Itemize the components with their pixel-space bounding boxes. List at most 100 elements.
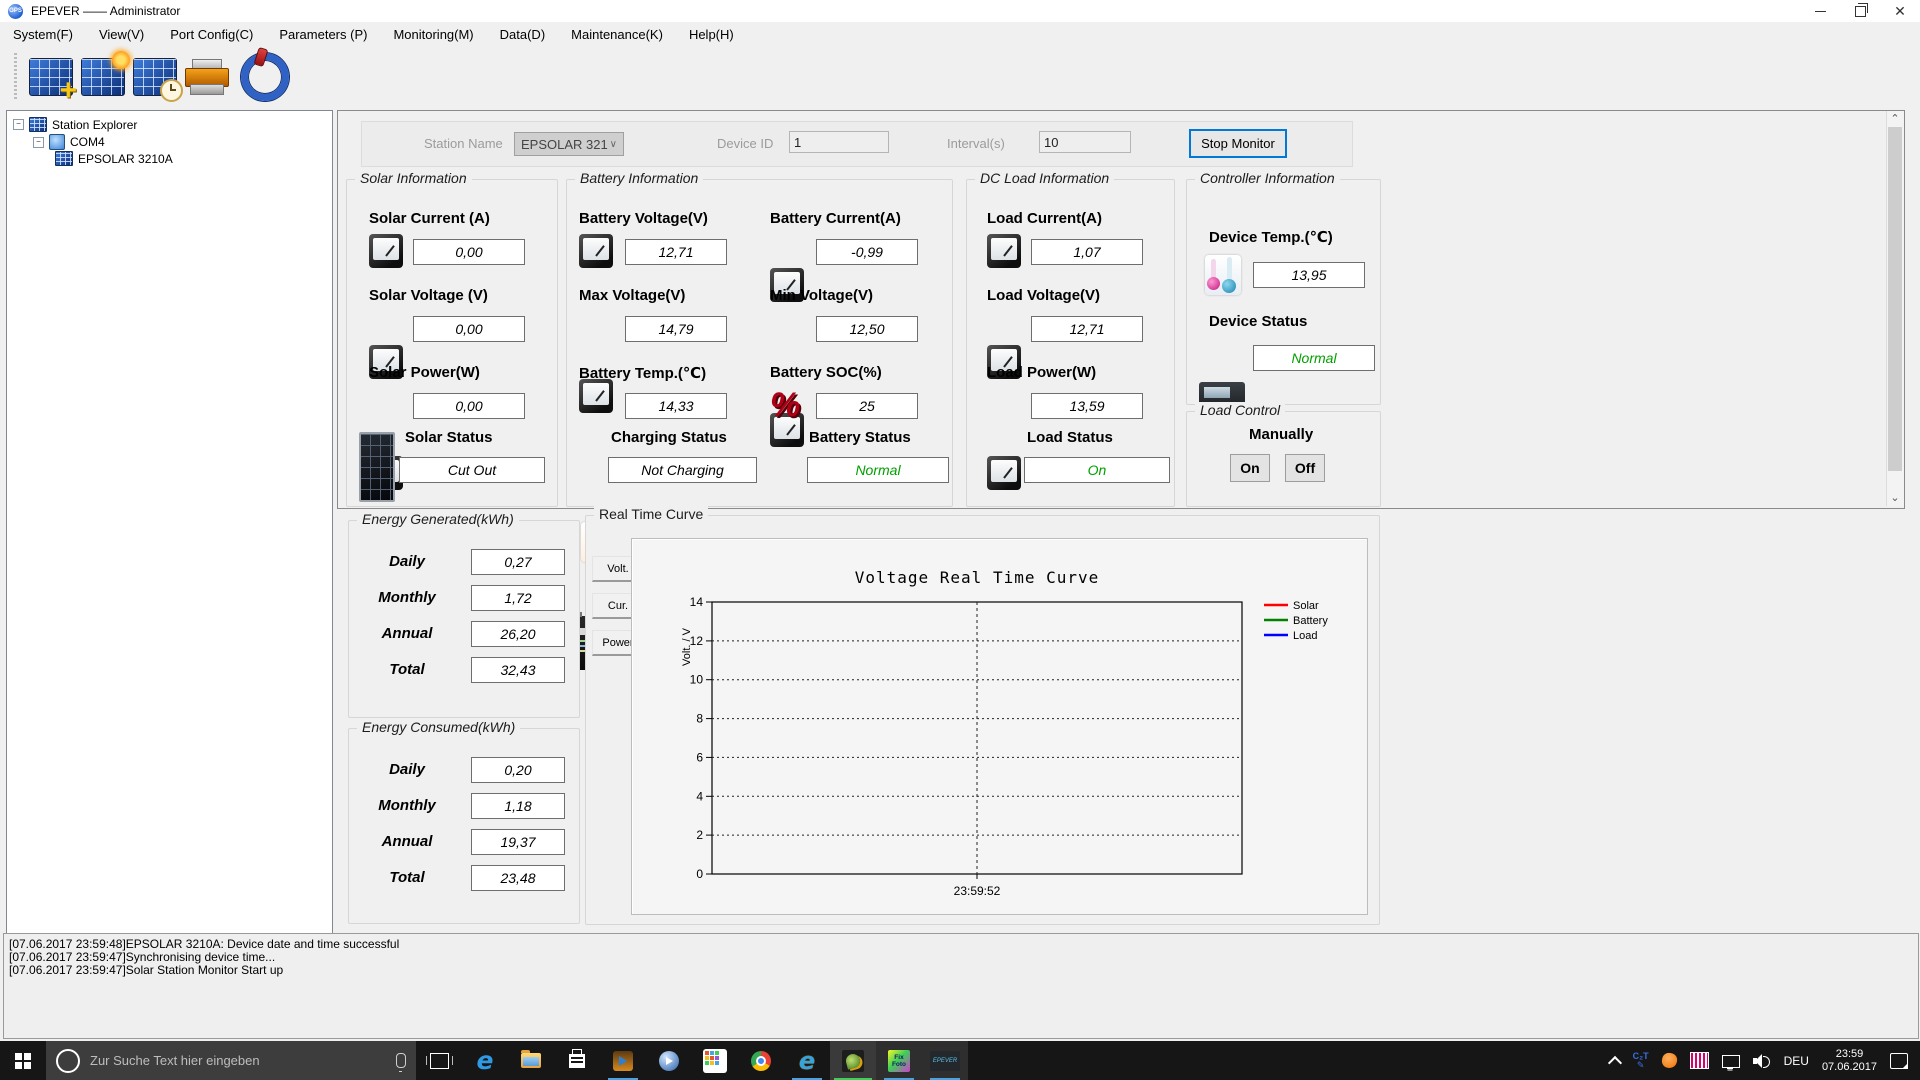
daily-generated-value: 0,27 bbox=[471, 549, 565, 575]
tray-expand-icon[interactable] bbox=[1607, 1055, 1622, 1070]
station-name-value: EPSOLAR 321 bbox=[521, 136, 608, 152]
menu-parameters[interactable]: Parameters (P) bbox=[279, 27, 367, 42]
solar-status-value: Cut Out bbox=[399, 457, 545, 483]
load-current-label: Load Current(A) bbox=[987, 210, 1102, 227]
panel-scrollbar[interactable]: ⌃ ⌄ bbox=[1886, 111, 1904, 506]
taskbar-app-edge[interactable]: e bbox=[462, 1041, 508, 1080]
avast-icon[interactable] bbox=[1660, 1051, 1678, 1070]
task-view-icon bbox=[425, 1052, 453, 1069]
add-station-button[interactable]: + bbox=[29, 58, 77, 106]
x-tick: 23:59:52 bbox=[954, 884, 1001, 898]
interval-input[interactable] bbox=[1039, 131, 1131, 153]
scrollbar-thumb[interactable] bbox=[1888, 127, 1902, 471]
log-line: [07.06.2017 23:59:47]Synchronising devic… bbox=[9, 950, 276, 964]
tree-item-device[interactable]: EPSOLAR 3210A bbox=[55, 151, 173, 166]
menu-port-config[interactable]: Port Config(C) bbox=[170, 27, 253, 42]
device-id-input[interactable] bbox=[789, 131, 889, 153]
total-consumed-value: 23,48 bbox=[471, 865, 565, 891]
minimize-button[interactable] bbox=[1800, 0, 1840, 22]
menu-system[interactable]: System(F) bbox=[13, 27, 73, 42]
edge-icon: e bbox=[476, 1045, 494, 1075]
load-on-button[interactable]: On bbox=[1230, 454, 1270, 482]
group-title: DC Load Information bbox=[975, 170, 1115, 186]
legend-label-solar: Solar bbox=[1293, 600, 1319, 612]
taskbar-app-fixfoto[interactable]: Fix Foto bbox=[876, 1041, 922, 1080]
menu-help[interactable]: Help(H) bbox=[689, 27, 734, 42]
taskbar-app-ball-player[interactable] bbox=[646, 1041, 692, 1080]
clock[interactable]: 23:59 07.06.2017 bbox=[1822, 1048, 1877, 1074]
y-tick: 10 bbox=[690, 673, 704, 687]
gauge-icon bbox=[987, 456, 1021, 490]
menu-view[interactable]: View(V) bbox=[99, 27, 144, 42]
app-logo-icon: GPS bbox=[8, 3, 23, 19]
volume-icon[interactable] bbox=[1752, 1053, 1771, 1068]
microphone-icon[interactable] bbox=[396, 1053, 406, 1072]
taskbar-app-solar-monitor[interactable] bbox=[830, 1041, 876, 1080]
taskbar-search[interactable]: Zur Suche Text hier eingeben bbox=[46, 1041, 416, 1080]
action-center-icon[interactable] bbox=[1890, 1052, 1908, 1069]
station-monitor-button[interactable] bbox=[81, 51, 130, 96]
menu-monitoring[interactable]: Monitoring(M) bbox=[393, 27, 473, 42]
group-title: Real Time Curve bbox=[594, 506, 709, 522]
daily-label: Daily bbox=[389, 761, 425, 778]
close-button[interactable]: ✕ bbox=[1880, 0, 1920, 22]
device-status-label: Device Status bbox=[1209, 313, 1308, 330]
station-time-button[interactable] bbox=[133, 58, 183, 102]
collapse-icon[interactable]: − bbox=[33, 136, 44, 148]
cortana-icon bbox=[56, 1048, 80, 1073]
taskbar-app-store[interactable] bbox=[554, 1041, 600, 1080]
station-name-dropdown[interactable]: EPSOLAR 321 ∨ bbox=[514, 132, 624, 156]
scroll-down-icon[interactable]: ⌄ bbox=[1889, 492, 1901, 504]
tree-item-station-explorer[interactable]: − Station Explorer bbox=[13, 117, 137, 132]
chart-title: Voltage Real Time Curve bbox=[855, 568, 1100, 587]
menu-maintenance[interactable]: Maintenance(K) bbox=[571, 27, 663, 42]
scroll-up-icon[interactable]: ⌃ bbox=[1889, 113, 1901, 125]
toolbar-drag-handle[interactable] bbox=[14, 53, 17, 101]
print-button[interactable] bbox=[185, 59, 229, 95]
load-off-button[interactable]: Off bbox=[1285, 454, 1325, 482]
annual-label: Annual bbox=[381, 625, 433, 642]
network-icon[interactable] bbox=[1721, 1055, 1740, 1069]
taskbar-app-internet-explorer[interactable]: e bbox=[784, 1041, 830, 1080]
battery-status-label: Battery Status bbox=[809, 429, 911, 446]
tray-date: 07.06.2017 bbox=[1821, 1060, 1877, 1073]
monthly-label: Monthly bbox=[378, 589, 436, 606]
gauge-icon bbox=[579, 379, 613, 413]
fixfoto-icon: Fix Foto bbox=[888, 1049, 910, 1072]
system-tray: C₂T ✎ DEU 23:59 07.06.2017 bbox=[1607, 1041, 1920, 1080]
barcode-tray-icon[interactable] bbox=[1689, 1052, 1709, 1069]
taskbar-app-file-explorer[interactable] bbox=[508, 1041, 554, 1080]
solar-status-label: Solar Status bbox=[405, 429, 493, 446]
restore-icon bbox=[1854, 2, 1868, 17]
tree-item-com4[interactable]: − COM4 bbox=[33, 134, 105, 150]
internet-explorer-icon: e bbox=[798, 1046, 816, 1075]
battery-information-group: Battery Information Battery Voltage(V) 1… bbox=[566, 170, 953, 724]
taskbar-app-chrome[interactable] bbox=[738, 1041, 784, 1080]
taskbar-app-grid[interactable] bbox=[692, 1041, 738, 1080]
restore-button[interactable] bbox=[1840, 0, 1880, 22]
collapse-icon[interactable]: − bbox=[13, 119, 24, 130]
power-exit-button[interactable] bbox=[241, 53, 289, 101]
charging-status-value: Not Charging bbox=[608, 457, 757, 483]
taskbar-app-media-player[interactable] bbox=[600, 1041, 646, 1080]
device-temp-value: 13,95 bbox=[1253, 262, 1365, 288]
c2t-tray-icon[interactable]: C₂T ✎ bbox=[1633, 1051, 1649, 1070]
media-player-icon bbox=[613, 1050, 633, 1071]
legend-label-load: Load bbox=[1293, 630, 1317, 642]
menu-data[interactable]: Data(D) bbox=[500, 27, 546, 42]
load-power-label: Load Power(W) bbox=[987, 364, 1097, 381]
taskbar: Zur Suche Text hier eingeben e e Fix Foto… bbox=[0, 1041, 1920, 1080]
annual-label: Annual bbox=[381, 833, 433, 850]
search-placeholder: Zur Suche Text hier eingeben bbox=[90, 1053, 260, 1068]
battery-voltage-value: 12,71 bbox=[625, 239, 727, 265]
taskbar-app-epever[interactable]: EPEVER bbox=[922, 1041, 968, 1080]
store-bag-icon bbox=[569, 1048, 585, 1068]
stop-monitor-button[interactable]: Stop Monitor bbox=[1189, 129, 1287, 158]
log-box[interactable]: [07.06.2017 23:59:48]EPSOLAR 3210A: Devi… bbox=[3, 933, 1919, 1039]
start-button[interactable] bbox=[0, 1041, 46, 1080]
printer-paper bbox=[190, 84, 224, 95]
language-indicator[interactable]: DEU bbox=[1784, 1054, 1809, 1068]
task-view-button[interactable] bbox=[416, 1041, 462, 1080]
plot-area bbox=[711, 601, 1243, 875]
log-line: [07.06.2017 23:59:48]EPSOLAR 3210A: Devi… bbox=[9, 937, 400, 951]
